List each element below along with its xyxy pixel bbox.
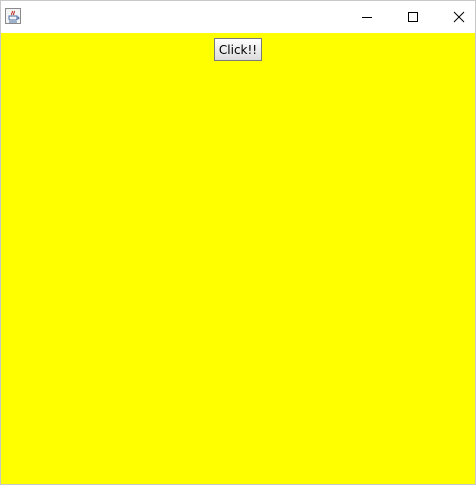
close-button[interactable] [436,1,475,33]
content-panel: Click!! [1,33,475,484]
click-button[interactable]: Click!! [214,38,262,61]
title-bar[interactable] [1,1,475,33]
close-icon [453,11,465,23]
java-icon[interactable] [5,8,21,24]
app-window: Click!! [0,0,476,485]
maximize-button[interactable] [390,1,436,33]
minimize-button[interactable] [344,1,390,33]
minimize-icon [362,17,372,18]
maximize-icon [408,12,418,22]
